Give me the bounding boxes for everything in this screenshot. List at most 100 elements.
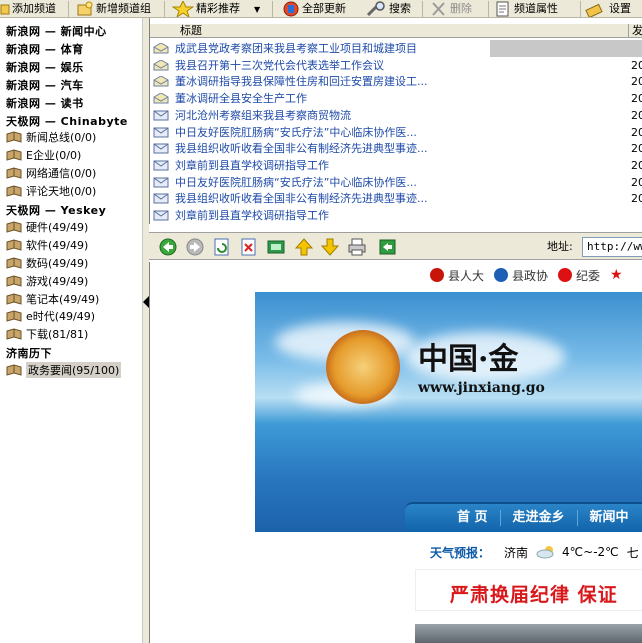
article-row[interactable]: 刘章前到县直学校调研指导工作 20 <box>150 157 642 174</box>
forward-icon[interactable] <box>186 238 204 256</box>
sidebar-channel-item[interactable]: 新闻总线(0/0) <box>6 129 96 145</box>
sidebar-group-header[interactable]: 新浪网 — 读书 <box>6 95 84 111</box>
news-photo[interactable] <box>415 624 642 643</box>
emblem-icon <box>494 268 509 282</box>
sidebar-group-header[interactable]: 新浪网 — 娱乐 <box>6 59 84 75</box>
go-icon[interactable] <box>379 238 397 256</box>
sidebar-item-label: 数码(49/49) <box>26 256 89 270</box>
sidebar-item-label: E企业(0/0) <box>26 149 82 163</box>
fullscreen-icon[interactable] <box>267 238 285 256</box>
envelope-icon <box>153 177 169 188</box>
sidebar-group-header[interactable]: 天极网 — Chinabyte <box>6 113 128 129</box>
back-icon[interactable] <box>159 238 177 256</box>
nav-link-rendahui[interactable]: 县人大 <box>430 267 484 284</box>
article-title: 刘章前到县直学校调研指导工作 <box>175 158 329 172</box>
article-row[interactable]: 我县组织收听收看全国非公有制经济先进典型事迹... 20 <box>150 190 642 207</box>
sidebar-channel-item[interactable]: 笔记本(49/49) <box>6 291 99 307</box>
address-label: 地址: <box>547 240 573 253</box>
weather-temp: 4℃~-2℃ <box>562 545 619 559</box>
book-icon <box>6 185 22 197</box>
sidebar-group-header[interactable]: 济南历下 <box>6 345 52 361</box>
sidebar-channel-item[interactable]: 网络通信(0/0) <box>6 165 96 181</box>
site-banner <box>255 292 642 532</box>
refresh-icon[interactable] <box>213 238 231 256</box>
sidebar-item-label: 网络通信(0/0) <box>26 167 97 181</box>
nav-home[interactable]: 首 页 <box>405 510 501 526</box>
site-top-nav: 县人大 县政协 纪委 ★ <box>430 266 633 284</box>
down-icon[interactable] <box>320 238 340 256</box>
recommend-button[interactable]: 精彩推荐 ▼ <box>171 0 260 17</box>
article-title: 我县召开第十三次党代会代表选举工作会议 <box>175 58 384 72</box>
site-url: www.jinxiang.go <box>418 380 545 396</box>
sidebar-item-label: 下载(81/81) <box>26 328 89 342</box>
sidebar-channel-item[interactable]: 游戏(49/49) <box>6 273 88 289</box>
sidebar-channel-item[interactable]: E企业(0/0) <box>6 147 81 163</box>
stop-icon[interactable] <box>240 238 258 256</box>
sidebar-group-header[interactable]: 新浪网 — 体育 <box>6 41 84 57</box>
site-main-nav: 首 页 走进金乡 新闻中 <box>405 502 642 532</box>
channel-sidebar[interactable]: 新浪网 — 新闻中心 新浪网 — 体育 新浪网 — 娱乐 新浪网 — 汽车 新浪网 — … <box>0 18 143 643</box>
open-envelope-icon <box>153 42 169 54</box>
nav-about[interactable]: 走进金乡 <box>501 510 578 526</box>
article-row[interactable]: 董冰调研指导我县保障性住房和回迁安置房建设工... 20 <box>150 73 642 90</box>
book-icon <box>6 149 22 161</box>
sidebar-group-header[interactable]: 新浪网 — 新闻中心 <box>6 23 107 39</box>
envelope-icon <box>153 160 169 171</box>
print-icon[interactable] <box>348 238 366 256</box>
book-icon <box>6 328 22 340</box>
search-button[interactable]: 搜索 <box>365 0 411 17</box>
sidebar-item-label: 硬件(49/49) <box>26 220 89 234</box>
channel-properties-icon <box>494 1 512 17</box>
article-date: 20 <box>631 192 642 206</box>
channel-properties-button[interactable]: 频道属性 <box>494 0 558 17</box>
slogan-text: 严肃换届纪律 保证 <box>450 584 618 606</box>
sidebar-channel-item[interactable]: 评论天地(0/0) <box>6 183 96 199</box>
nav-link-jiwei[interactable]: 纪委 <box>558 267 600 284</box>
sidebar-channel-item[interactable]: 政务要闻(95/100) <box>6 362 122 379</box>
up-icon[interactable] <box>294 238 314 256</box>
open-envelope-icon <box>153 59 169 71</box>
article-row[interactable]: 中日友好医院肛肠病“安氏疗法”中心临床协作医... 20 <box>150 124 642 141</box>
article-date: 20 <box>631 58 642 72</box>
sidebar-item-label: 评论天地(0/0) <box>26 185 97 199</box>
web-view[interactable]: 县人大 县政协 纪委 ★ 中国·金 www.jinxiang.go 首 页 走进… <box>149 262 642 643</box>
sidebar-item-label: 软件(49/49) <box>26 238 89 252</box>
nav-news[interactable]: 新闻中 <box>578 510 641 526</box>
new-channel-group-button[interactable]: 新增频道组 <box>76 0 151 17</box>
sidebar-channel-item[interactable]: 下载(81/81) <box>6 326 88 342</box>
column-header-title[interactable]: 标题 <box>180 24 202 38</box>
article-row[interactable]: 中日友好医院肛肠病“安氏疗法”中心临床协作医... 20 <box>150 174 642 191</box>
article-row[interactable]: 我县组织收听收看全国非公有制经济先进典型事迹... 20 <box>150 140 642 157</box>
article-row[interactable]: 成武县党政考察团来我县考察工业项目和城建项目 <box>150 40 642 57</box>
article-title: 成武县党政考察团来我县考察工业项目和城建项目 <box>175 42 417 55</box>
sidebar-channel-item[interactable]: 硬件(49/49) <box>6 219 88 235</box>
browser-toolbar: 地址: http://www.lixia.gov.cn/art/2010/1 <box>149 232 642 260</box>
settings-button[interactable]: 设置 <box>585 0 631 17</box>
nav-link-more[interactable]: ★ <box>610 267 623 283</box>
article-row[interactable]: 河北沧州考察组来我县考察商贸物流 20 <box>150 107 642 124</box>
site-logo-icon <box>326 330 400 404</box>
article-row[interactable]: 刘章前到县直学校调研指导工作 <box>150 207 642 224</box>
article-row[interactable]: 董冰调研全县安全生产工作 20 <box>150 90 642 107</box>
update-all-icon <box>282 1 300 17</box>
sidebar-channel-item[interactable]: 数码(49/49) <box>6 255 88 271</box>
sidebar-item-label: 笔记本(49/49) <box>26 292 100 306</box>
article-date: 20 <box>631 108 642 122</box>
column-header-date[interactable]: 发 <box>628 24 642 38</box>
sidebar-channel-item[interactable]: 软件(49/49) <box>6 237 88 253</box>
article-list[interactable]: 标题 发 成武县党政考察团来我县考察工业项目和城建项目 我县召开第十三次党代会代表… <box>149 18 642 224</box>
party-emblem-icon <box>558 268 573 282</box>
sidebar-group-header[interactable]: 天极网 — Yeskey <box>6 202 106 218</box>
add-channel-button[interactable]: 添加频道 <box>0 0 56 17</box>
address-input[interactable]: http://www.lixia.gov.cn/art/2010/1 <box>582 237 642 257</box>
article-date: 20 <box>631 92 642 106</box>
sidebar-group-header[interactable]: 新浪网 — 汽车 <box>6 77 84 93</box>
article-row[interactable]: 我县召开第十三次党代会代表选举工作会议 20 <box>150 57 642 74</box>
nav-link-zhengxie[interactable]: 县政协 <box>494 267 548 284</box>
search-icon <box>365 1 387 17</box>
delete-button[interactable]: 删除 <box>430 0 472 17</box>
envelope-icon <box>153 210 169 221</box>
update-all-button[interactable]: 全部更新 <box>282 0 346 17</box>
sidebar-channel-item[interactable]: e时代(49/49) <box>6 308 95 324</box>
chevron-down-icon[interactable]: ▼ <box>254 5 260 14</box>
